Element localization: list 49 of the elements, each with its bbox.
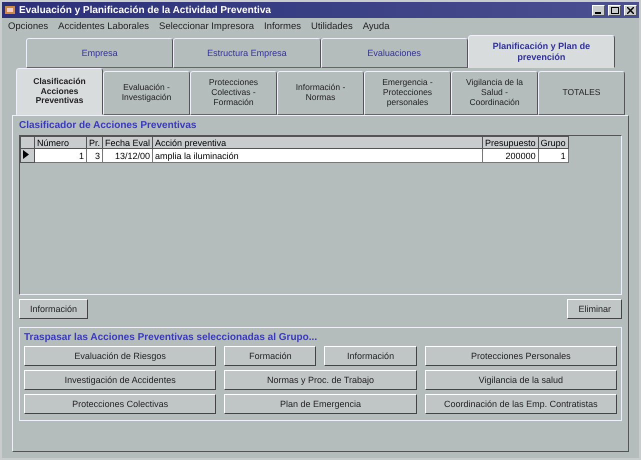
table-cell: 1 — [538, 148, 568, 162]
table-cell: 13/12/00 — [102, 148, 153, 162]
column-header[interactable]: Grupo — [538, 136, 568, 148]
tab[interactable]: Vigilancia de la Salud - Coordinación — [451, 71, 538, 115]
column-header[interactable]: Número — [34, 136, 86, 148]
tab[interactable]: Planificación y Plan de prevención — [468, 35, 615, 68]
tab[interactable]: Evaluaciones — [320, 38, 468, 68]
menu-item[interactable]: Utilidades — [311, 21, 353, 32]
menu-item[interactable]: Seleccionar Impresora — [158, 21, 254, 32]
column-header[interactable]: Pr. — [86, 136, 103, 148]
maximize-icon — [610, 6, 618, 14]
minimize-button[interactable] — [592, 4, 605, 16]
tab[interactable]: Empresa — [26, 38, 174, 68]
column-header[interactable]: Acción preventiva — [152, 136, 483, 148]
menu-item[interactable]: Opciones — [8, 21, 48, 32]
table-cell: 1 — [34, 148, 86, 162]
close-icon — [627, 6, 634, 14]
tab[interactable]: Clasificación Acciones Preventivas — [16, 68, 103, 115]
window-title: Evaluación y Planificación de la Actividad Preventiva — [19, 4, 272, 16]
action-button[interactable]: Eliminar — [567, 299, 622, 319]
group-button[interactable]: Información — [324, 346, 417, 366]
close-button[interactable] — [624, 4, 637, 16]
tab[interactable]: Información - Normas — [277, 71, 364, 115]
menu-item[interactable]: Ayuda — [362, 21, 390, 32]
table-cell: amplia la iluminación — [152, 148, 483, 162]
menu-item[interactable]: Accidentes Laborales — [58, 21, 149, 32]
group-button[interactable]: Formación — [224, 346, 316, 366]
action-button[interactable]: Información — [19, 299, 88, 319]
column-header[interactable]: Fecha Eval — [102, 136, 153, 148]
group-button[interactable]: Evaluación de Riesgos — [24, 346, 216, 366]
group-button[interactable]: Protecciones Personales — [424, 346, 617, 366]
group-title: Traspasar las Acciones Preventivas seleccionadas al Grupo... — [24, 332, 318, 343]
group-button[interactable]: Investigación de Accidentes — [24, 370, 216, 390]
maximize-button[interactable] — [608, 4, 621, 16]
group-button[interactable]: Normas y Proc. de Trabajo — [224, 370, 417, 390]
panel-title: Clasificador de Acciones Preventivas — [19, 120, 198, 131]
menu-item[interactable]: Informes — [264, 21, 301, 32]
app-icon — [4, 4, 16, 16]
tab[interactable]: TOTALES — [538, 71, 625, 115]
group-button[interactable]: Protecciones Colectivas — [24, 394, 216, 414]
tab[interactable]: Estructura Empresa — [173, 38, 320, 68]
group-button[interactable]: Plan de Emergencia — [224, 394, 417, 414]
column-header[interactable]: Presupuesto — [482, 136, 538, 148]
tab[interactable]: Evaluación - Investigación — [103, 71, 190, 115]
table-cell: 200000 — [482, 148, 538, 162]
tab[interactable]: Emergencia - Protecciones personales — [364, 71, 451, 115]
group-button[interactable]: Vigilancia de la salud — [424, 370, 617, 390]
tab[interactable]: Protecciones Colectivas - Formación — [190, 71, 277, 115]
group-button[interactable]: Coordinación de las Emp. Contratistas — [424, 394, 617, 414]
